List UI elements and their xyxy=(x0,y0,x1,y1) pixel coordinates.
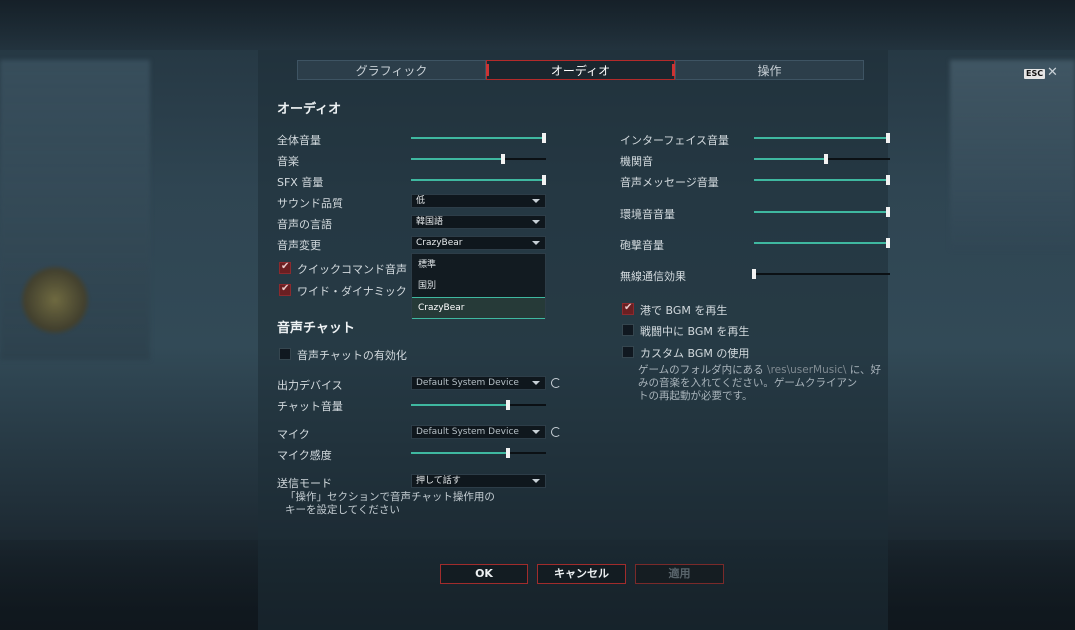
ambient-volume-slider[interactable] xyxy=(754,207,890,217)
output-device-value: Default System Device xyxy=(416,378,519,388)
voice-option-crazybear[interactable]: CrazyBear xyxy=(412,297,545,319)
custom-bgm-checkbox[interactable] xyxy=(622,346,634,358)
radio-effect-slider[interactable] xyxy=(752,269,890,279)
voice-change-dropdown[interactable]: CrazyBear xyxy=(411,236,546,250)
transmit-mode-value: 押して話す xyxy=(416,476,461,486)
mic-sensitivity-slider[interactable] xyxy=(411,448,546,458)
battle-bgm-label: 戦闘中に BGM を再生 xyxy=(640,325,750,338)
chat-volume-label: チャット音量 xyxy=(277,400,343,413)
tab-graphics[interactable]: グラフィック xyxy=(297,60,486,80)
custom-bgm-note-line2: みの音楽を入れてください。ゲームクライアン xyxy=(638,377,858,389)
wide-dynamic-checkbox[interactable] xyxy=(279,283,291,296)
voice-chat-section-title: 音声チャット xyxy=(277,321,355,336)
voice-message-volume-label: 音声メッセージ音量 xyxy=(620,176,719,189)
cancel-button[interactable]: キャンセル xyxy=(537,564,626,584)
gunfire-volume-label: 砲撃音量 xyxy=(620,239,664,252)
chevron-down-icon xyxy=(532,430,540,434)
engine-sound-slider[interactable] xyxy=(754,154,890,164)
transmit-mode-dropdown[interactable]: 押して話す xyxy=(411,474,546,488)
output-device-dropdown[interactable]: Default System Device xyxy=(411,376,546,390)
tab-audio[interactable]: オーディオ xyxy=(486,60,675,80)
chevron-down-icon xyxy=(532,381,540,385)
mic-dropdown[interactable]: Default System Device xyxy=(411,425,546,439)
music-label: 音楽 xyxy=(277,155,299,168)
sound-quality-dropdown[interactable]: 低 xyxy=(411,194,546,208)
radio-effect-label: 無線通信効果 xyxy=(620,270,686,283)
ok-button[interactable]: OK xyxy=(440,564,528,584)
voice-language-dropdown[interactable]: 韓国語 xyxy=(411,215,546,229)
close-icon[interactable]: ✕ xyxy=(1047,66,1058,80)
sound-quality-value: 低 xyxy=(416,196,426,206)
chevron-down-icon xyxy=(532,220,540,224)
port-bgm-checkbox[interactable] xyxy=(622,302,634,315)
master-volume-label: 全体音量 xyxy=(277,134,321,147)
refresh-icon[interactable] xyxy=(551,378,561,388)
audio-section-title: オーディオ xyxy=(277,102,342,117)
custom-bgm-note-line1-after: に、好 xyxy=(846,364,881,376)
background-topbar xyxy=(0,0,1075,50)
voice-change-label: 音声変更 xyxy=(277,239,321,252)
voice-message-volume-slider[interactable] xyxy=(754,175,890,185)
settings-tabs: グラフィック オーディオ 操作 xyxy=(297,60,864,80)
master-volume-slider[interactable] xyxy=(411,133,546,143)
transmit-mode-label: 送信モード xyxy=(277,477,332,490)
refresh-icon[interactable] xyxy=(551,427,561,437)
chevron-down-icon xyxy=(532,241,540,245)
custom-bgm-note-path: \res\userMusic\ xyxy=(767,364,847,376)
esc-key-hint: ESC xyxy=(1024,69,1046,79)
quick-command-voice-label: クイックコマンド音声 xyxy=(297,263,407,276)
transmit-mode-note: 「操作」セクションで音声チャット操作用の キーを設定してください xyxy=(285,491,495,517)
voice-option-national[interactable]: 国別 xyxy=(412,276,545,296)
music-slider[interactable] xyxy=(411,154,546,164)
gunfire-volume-slider[interactable] xyxy=(754,238,890,248)
voice-chat-enable-checkbox[interactable] xyxy=(279,348,291,360)
sfx-volume-label: SFX 音量 xyxy=(277,176,324,189)
wide-dynamic-label: ワイド・ダイナミック xyxy=(297,285,407,298)
background-badge xyxy=(20,265,90,335)
transmit-note-line1: 「操作」セクションで音声チャット操作用の xyxy=(285,491,495,503)
mic-value: Default System Device xyxy=(416,427,519,437)
port-bgm-label: 港で BGM を再生 xyxy=(640,304,728,317)
interface-volume-slider[interactable] xyxy=(754,133,890,143)
apply-button[interactable]: 適用 xyxy=(635,564,724,584)
chevron-down-icon xyxy=(532,479,540,483)
engine-sound-label: 機関音 xyxy=(620,155,653,168)
tab-controls[interactable]: 操作 xyxy=(675,60,864,80)
voice-language-value: 韓国語 xyxy=(416,217,444,227)
background-right-panel xyxy=(950,60,1075,250)
interface-volume-label: インターフェイス音量 xyxy=(620,134,730,147)
voice-option-standard[interactable]: 標準 xyxy=(412,255,545,275)
mic-label: マイク xyxy=(277,428,310,441)
voice-change-menu: 標準 国別 CrazyBear xyxy=(411,253,546,319)
chat-volume-slider[interactable] xyxy=(411,400,546,410)
battle-bgm-checkbox[interactable] xyxy=(622,324,634,336)
custom-bgm-note-line1-before: ゲームのフォルダ内にある xyxy=(638,364,768,376)
custom-bgm-note: ゲームのフォルダ内にある \res\userMusic\ に、好 みの音楽を入れ… xyxy=(638,364,888,403)
mic-sensitivity-label: マイク感度 xyxy=(277,449,332,462)
output-device-label: 出力デバイス xyxy=(277,379,343,392)
sfx-volume-slider[interactable] xyxy=(411,175,546,185)
chevron-down-icon xyxy=(532,199,540,203)
quick-command-voice-checkbox[interactable] xyxy=(279,261,291,274)
voice-language-label: 音声の言語 xyxy=(277,218,332,231)
custom-bgm-note-line3: トの再起動が必要です。 xyxy=(638,390,753,402)
ambient-volume-label: 環境音音量 xyxy=(620,208,675,221)
transmit-note-line2: キーを設定してください xyxy=(285,504,400,516)
custom-bgm-label: カスタム BGM の使用 xyxy=(640,347,750,360)
voice-change-value: CrazyBear xyxy=(416,238,463,248)
sound-quality-label: サウンド品質 xyxy=(277,197,343,210)
voice-chat-enable-label: 音声チャットの有効化 xyxy=(297,349,407,362)
